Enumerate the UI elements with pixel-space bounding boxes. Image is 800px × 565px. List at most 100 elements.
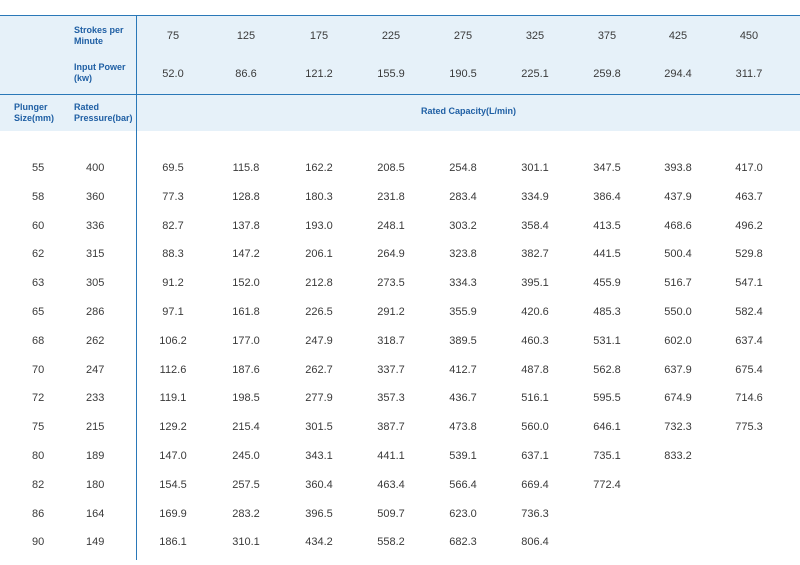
plunger-size-label: Plunger Size(mm)	[14, 102, 55, 123]
capacity-cell: 137.8	[232, 219, 260, 232]
capacity-cell: 115.8	[232, 162, 260, 174]
plunger-size-cell: 65	[32, 306, 45, 318]
capacity-cell: 147.0	[159, 450, 187, 462]
capacity-cell: 463.7	[735, 190, 763, 203]
strokes-label: Strokes per Minute	[74, 25, 124, 46]
input-power-value: 311.7	[735, 68, 763, 80]
plunger-size-cell: 86	[32, 507, 45, 520]
capacity-cell: 500.4	[664, 248, 692, 261]
input-power-value: 155.9	[377, 68, 405, 80]
capacity-cell: 674.9	[664, 392, 692, 405]
capacity-cell: 186.1	[159, 536, 187, 549]
capacity-cell: 529.8	[735, 248, 763, 261]
capacity-cell: 637.1	[521, 450, 549, 462]
capacity-cell: 833.2	[664, 450, 692, 462]
capacity-cell: 247.9	[305, 334, 333, 347]
capacity-cell: 455.9	[593, 277, 621, 290]
table-row: 80 189 147.0 245.0 343.1 441.1 539.1 637.1 735.1…	[0, 449, 800, 469]
capacity-cell: 468.6	[664, 219, 692, 232]
input-power-value: 225.1	[521, 68, 549, 80]
rated-pressure-cell: 305	[86, 277, 105, 290]
capacity-cell: 714.6	[735, 392, 763, 405]
table-row: 65 286 97.1 161.8 226.5 291.2 355.9 420.6 485.3 5…	[0, 305, 800, 325]
capacity-cell: 473.8	[449, 421, 477, 434]
capacity-cell: 437.9	[664, 190, 692, 203]
table-row: 86 164 169.9 283.2 396.5 509.7 623.0 736.3	[0, 507, 800, 527]
capacity-cell: 128.8	[232, 190, 260, 203]
capacity-cell: 547.1	[735, 277, 763, 290]
capacity-cell: 463.4	[377, 478, 405, 491]
capacity-cell: 441.1	[377, 450, 405, 462]
capacity-cell: 301.1	[521, 162, 549, 174]
rated-pressure-cell: 149	[86, 536, 105, 549]
rated-pressure-cell: 262	[86, 334, 105, 347]
capacity-cell: 412.7	[449, 363, 477, 376]
input-power-value: 190.5	[449, 68, 477, 80]
capacity-cell: 177.0	[232, 334, 260, 347]
capacity-cell: 212.8	[305, 277, 333, 290]
capacity-cell: 772.4	[593, 478, 621, 491]
capacity-cell: 318.7	[377, 334, 405, 347]
capacity-cell: 413.5	[593, 219, 621, 232]
capacity-cell: 562.8	[593, 363, 621, 376]
capacity-cell: 291.2	[377, 306, 405, 318]
capacity-cell: 623.0	[449, 507, 477, 520]
capacity-cell: 77.3	[162, 190, 184, 203]
table-row: 70 247 112.6 187.6 262.7 337.7 412.7 487.8 562.8…	[0, 363, 800, 383]
rated-pressure-cell: 360	[86, 190, 105, 203]
plunger-size-cell: 58	[32, 190, 45, 203]
capacity-cell: 732.3	[664, 421, 692, 434]
capacity-cell: 248.1	[377, 219, 405, 232]
capacity-cell: 566.4	[449, 478, 477, 491]
capacity-cell: 682.3	[449, 536, 477, 549]
capacity-cell: 386.4	[593, 190, 621, 203]
capacity-cell: 334.9	[521, 190, 549, 203]
capacity-cell: 343.1	[305, 450, 333, 462]
capacity-cell: 257.5	[232, 478, 260, 491]
input-power-value: 86.6	[235, 68, 257, 80]
input-power-value: 259.8	[593, 68, 621, 80]
capacity-cell: 496.2	[735, 219, 763, 232]
capacity-cell: 675.4	[735, 363, 763, 376]
plunger-size-cell: 60	[32, 219, 45, 232]
capacity-cell: 558.2	[377, 536, 405, 549]
table-row: 68 262 106.2 177.0 247.9 318.7 389.5 460.3 531.1…	[0, 334, 800, 354]
capacity-cell: 215.4	[232, 421, 260, 434]
plunger-size-cell: 80	[32, 450, 45, 462]
capacity-cell: 91.2	[162, 277, 184, 290]
capacity-cell: 646.1	[593, 421, 621, 434]
strokes-value: 75	[166, 30, 180, 42]
capacity-cell: 539.1	[449, 450, 477, 462]
header-top-rule	[0, 15, 800, 16]
capacity-cell: 169.9	[159, 507, 187, 520]
capacity-cell: 582.4	[735, 306, 763, 318]
capacity-cell: 161.8	[232, 306, 260, 318]
capacity-cell: 531.1	[593, 334, 621, 347]
strokes-value: 425	[668, 30, 688, 42]
capacity-cell: 283.4	[449, 190, 477, 203]
table-row: 63 305 91.2 152.0 212.8 273.5 334.3 395.1 455.9 5…	[0, 276, 800, 296]
capacity-cell: 436.7	[449, 392, 477, 405]
rated-pressure-cell: 286	[86, 306, 105, 318]
plunger-size-cell: 63	[32, 277, 45, 290]
capacity-cell: 208.5	[377, 162, 405, 174]
capacity-cell: 735.1	[593, 450, 621, 462]
capacity-cell: 347.5	[593, 162, 621, 174]
capacity-cell: 82.7	[162, 219, 184, 232]
table-row: 62 315 88.3 147.2 206.1 264.9 323.8 382.7 441.5 5…	[0, 247, 800, 267]
capacity-cell: 460.3	[521, 334, 549, 347]
rated-pressure-cell: 164	[86, 507, 105, 520]
capacity-cell: 775.3	[735, 421, 763, 434]
capacity-cell: 360.4	[305, 478, 333, 491]
capacity-cell: 357.3	[377, 392, 405, 405]
plunger-size-cell: 82	[32, 478, 45, 491]
capacity-cell: 119.1	[159, 392, 187, 405]
capacity-cell: 180.3	[305, 190, 333, 203]
capacity-cell: 602.0	[664, 334, 692, 347]
capacity-cell: 485.3	[593, 306, 621, 318]
plunger-size-cell: 75	[32, 421, 45, 434]
plunger-size-cell: 72	[32, 392, 45, 405]
rated-capacity-label: Rated Capacity(L/min)	[420, 106, 516, 116]
table-row: 58 360 77.3 128.8 180.3 231.8 283.4 334.9 386.4 4…	[0, 190, 800, 210]
rated-pressure-cell: 400	[86, 162, 105, 174]
